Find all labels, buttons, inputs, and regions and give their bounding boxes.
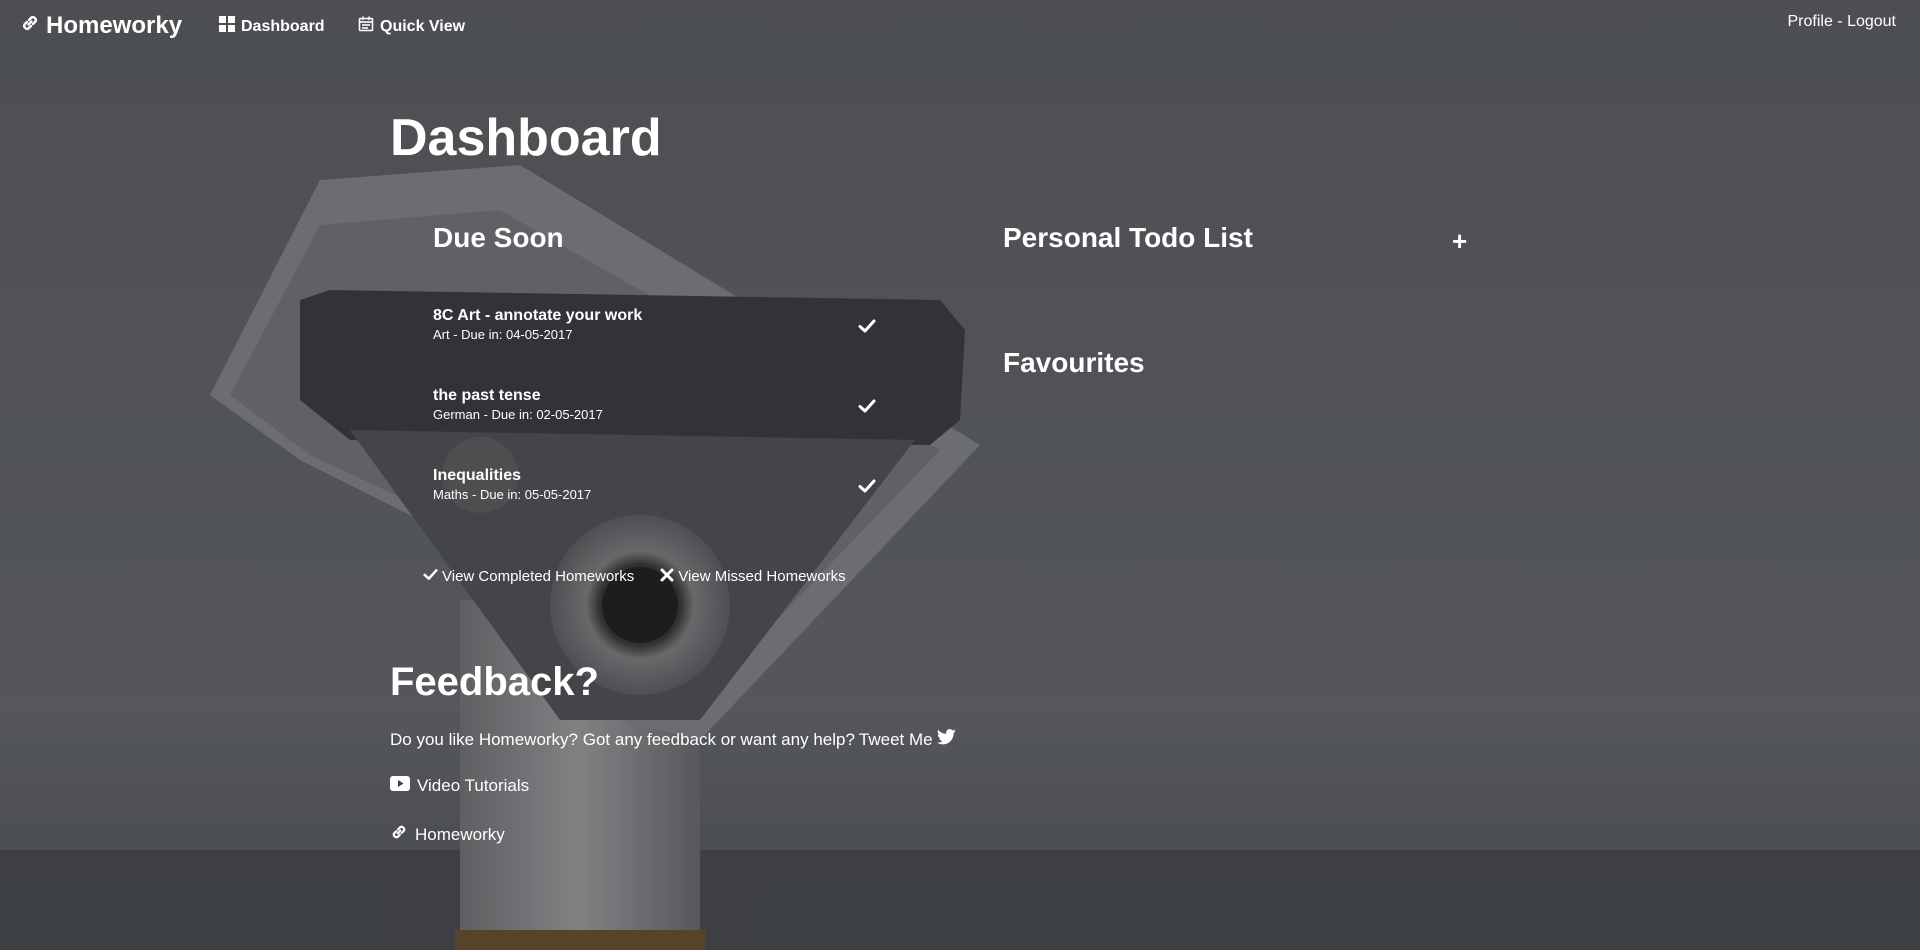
feedback-message: Do you like Homeworky? Got any feedback …: [390, 729, 855, 749]
homework-item[interactable]: Inequalities Maths - Due in: 05-05-2017: [433, 465, 883, 545]
homework-title: Inequalities: [433, 467, 522, 484]
homework-title: 8C Art - annotate your work: [433, 307, 643, 324]
tweet-link[interactable]: Tweet Me: [859, 730, 933, 750]
feedback-title: Feedback?: [390, 660, 599, 704]
tweet-label: Tweet Me: [858, 729, 933, 749]
homework-meta: Maths - Due in: 05-05-2017: [433, 487, 592, 502]
due-soon-title: Due Soon: [433, 222, 564, 253]
view-missed-label: View Missed Homeworks: [678, 568, 846, 585]
check-icon[interactable]: [858, 317, 878, 337]
homework-title: the past tense: [433, 387, 541, 404]
check-icon: [423, 567, 438, 586]
main-content: Dashboard Due Soon 8C Art - annotate you…: [0, 0, 1920, 950]
video-tutorials-link[interactable]: Video Tutorials: [390, 776, 529, 796]
homeworky-footer-link[interactable]: Homeworky: [390, 823, 505, 846]
view-completed-link[interactable]: View Completed Homeworks: [423, 567, 634, 586]
twitter-icon: [936, 729, 956, 750]
homework-meta: Art - Due in: 04-05-2017: [433, 327, 573, 342]
add-todo-button[interactable]: +: [1452, 226, 1467, 257]
youtube-icon: [390, 776, 410, 796]
close-icon: [660, 568, 674, 586]
view-missed-link[interactable]: View Missed Homeworks: [660, 567, 846, 586]
todo-title: Personal Todo List: [1003, 222, 1253, 253]
homework-item[interactable]: 8C Art - annotate your work Art - Due in…: [433, 305, 883, 385]
homework-meta: German - Due in: 02-05-2017: [433, 407, 603, 422]
view-completed-label: View Completed Homeworks: [442, 568, 635, 585]
link-icon: [390, 823, 408, 846]
check-icon[interactable]: [858, 397, 878, 417]
page-title: Dashboard: [390, 109, 662, 167]
homework-item[interactable]: the past tense German - Due in: 02-05-20…: [433, 385, 883, 465]
feedback-text: Do you like Homeworky? Got any feedback …: [390, 729, 956, 750]
check-icon[interactable]: [858, 477, 878, 497]
homework-history-links: View Completed Homeworks View Missed Hom…: [423, 567, 846, 586]
video-tutorials-label: Video Tutorials: [417, 776, 530, 795]
favourites-title: Favourites: [1003, 347, 1145, 378]
homework-list: 8C Art - annotate your work Art - Due in…: [433, 305, 883, 545]
homeworky-footer-label: Homeworky: [415, 824, 505, 844]
